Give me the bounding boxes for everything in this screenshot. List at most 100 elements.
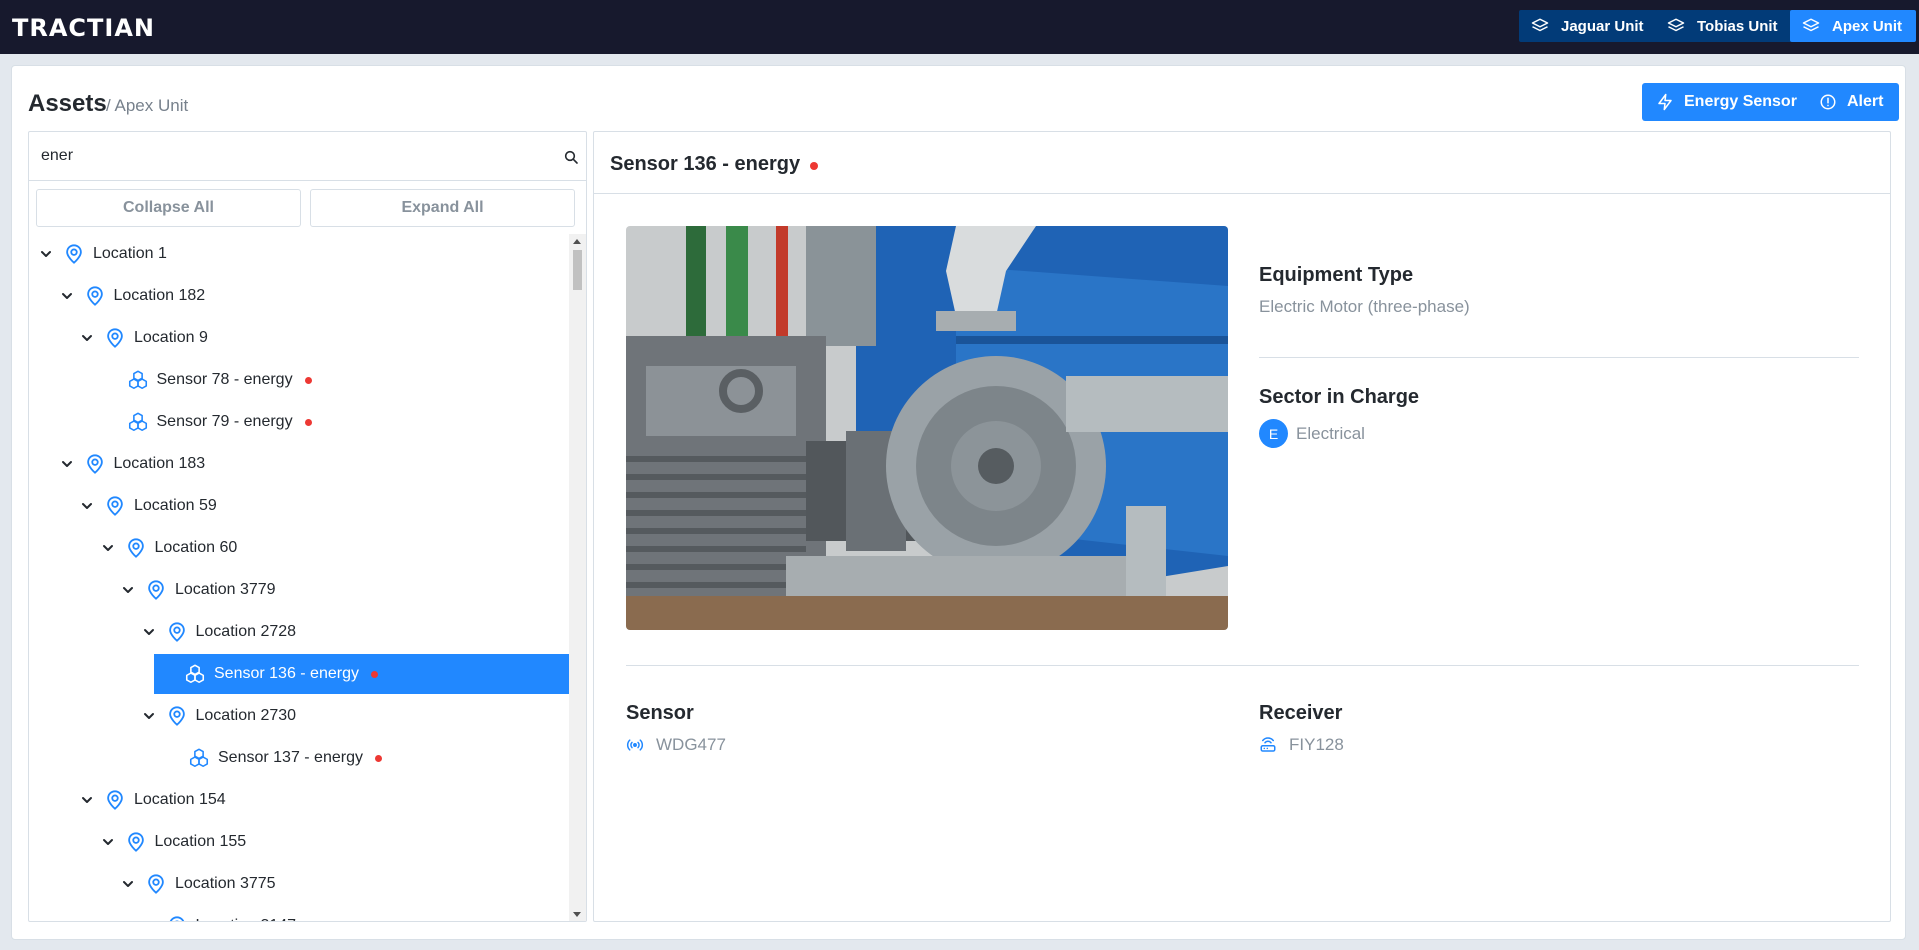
chevron-down-icon[interactable] (80, 499, 94, 513)
unit-label: Apex Unit (1832, 17, 1903, 35)
tree-item-label: Sensor 79 - energy (156, 413, 293, 430)
tree-item-component[interactable]: Sensor 137 - energy (132, 738, 569, 778)
chevron-down-icon[interactable] (121, 583, 135, 597)
energy-sensor-label: Energy Sensor (1684, 93, 1797, 110)
chevron-down-icon[interactable] (142, 919, 156, 922)
chevron-down-icon[interactable] (101, 541, 115, 555)
search-bar (29, 132, 586, 181)
main-card: Assets / Apex Unit Energy Sensor Alert C… (11, 65, 1906, 940)
unit-label: Jaguar Unit (1561, 17, 1644, 35)
alert-filter-button[interactable]: Alert (1805, 83, 1900, 121)
receiver-id: FIY128 (1289, 735, 1344, 754)
location-pin-icon (107, 790, 123, 810)
tree-item-label: Sensor 78 - energy (156, 371, 293, 388)
tree-item-label: Location 3775 (175, 875, 276, 892)
divider (626, 665, 1859, 666)
tree-item-location[interactable]: Location 3779 (29, 570, 569, 610)
tree-item-label: Location 2728 (195, 623, 297, 640)
scroll-thumb[interactable] (573, 250, 582, 290)
tree-item-location[interactable]: Location 182 (29, 276, 569, 316)
tree-item-location[interactable]: Location 1 (29, 234, 569, 274)
alert-circle-icon (1820, 94, 1836, 110)
unit-button-tobias[interactable]: Tobias Unit (1655, 10, 1792, 42)
alert-status-dot (304, 376, 312, 384)
equipment-type-section: Equipment Type Electric Motor (three-pha… (1259, 264, 1859, 317)
tree-item-label: Location 1 (93, 245, 167, 262)
sector-value-row: E Electrical (1259, 419, 1859, 448)
scroll-down-arrow[interactable] (573, 912, 581, 917)
location-pin-icon (168, 706, 185, 726)
energy-sensor-filter-button[interactable]: Energy Sensor (1642, 83, 1813, 121)
sector-value: Electrical (1296, 423, 1365, 443)
alert-label: Alert (1847, 93, 1884, 110)
chevron-down-icon[interactable] (80, 793, 94, 807)
tree-item-location[interactable]: Location 9 (29, 318, 569, 358)
collapse-all-button[interactable]: Collapse All (36, 189, 301, 227)
tree-item-location[interactable]: Location 155 (29, 822, 569, 862)
location-pin-icon (86, 454, 103, 474)
sector-title: Sector in Charge (1259, 386, 1420, 408)
asset-tree: Location 1 Location 182 Location 9 Sensor 7… (29, 234, 570, 922)
tree-item-label: Sensor 136 - energy (214, 665, 359, 682)
chevron-down-icon[interactable] (60, 289, 74, 303)
tree-item-location[interactable]: Location 154 (29, 780, 569, 820)
alert-status-dot (370, 670, 378, 678)
component-icon (185, 664, 205, 684)
tree-scrollbar[interactable] (569, 234, 586, 921)
equipment-type-value: Electric Motor (three-phase) (1259, 297, 1470, 316)
tree-item-location[interactable]: Location 2730 (29, 696, 569, 736)
unit-button-apex[interactable]: Apex Unit (1790, 10, 1917, 42)
chevron-down-icon[interactable] (101, 835, 115, 849)
expand-all-button[interactable]: Expand All (310, 189, 575, 227)
equipment-type-title: Equipment Type (1259, 264, 1414, 286)
tree-item-label: Location 2730 (195, 707, 297, 724)
router-icon (1260, 737, 1276, 752)
tree-item-location[interactable]: Location 59 (29, 486, 569, 526)
receiver-section: Receiver FIY128 (1259, 702, 1859, 755)
alert-status-dot (810, 162, 818, 170)
tree-item-component[interactable]: Sensor 78 - energy (71, 360, 570, 400)
tree-item-location[interactable]: Location 3147 (29, 906, 569, 922)
sector-section: Sector in Charge E Electrical (1259, 386, 1859, 448)
bolt-icon (1658, 93, 1672, 111)
unit-label: Tobias Unit (1697, 17, 1778, 35)
tree-item-location[interactable]: Location 3775 (29, 864, 569, 904)
tree-item-component[interactable]: Sensor 136 - energy (154, 654, 569, 694)
tree-item-label: Location 155 (154, 833, 247, 850)
tractian-logo[interactable]: TRACTIAN (12, 14, 155, 42)
sensor-title: Sensor (626, 702, 694, 724)
tree-item-location[interactable]: Location 60 (29, 528, 569, 568)
alert-status-dot (304, 418, 312, 426)
search-input[interactable] (29, 132, 549, 180)
unit-button-jaguar[interactable]: Jaguar Unit (1519, 10, 1658, 42)
tree-item-component[interactable]: Sensor 79 - energy (71, 402, 570, 442)
breadcrumb: / Apex Unit (106, 96, 189, 115)
chevron-down-icon[interactable] (39, 247, 53, 261)
component-icon (128, 370, 147, 390)
top-navbar: TRACTIAN Jaguar Unit Tobias Unit Apex Un… (0, 0, 1919, 54)
scroll-up-arrow[interactable] (573, 239, 581, 244)
chevron-down-icon[interactable] (142, 625, 156, 639)
divider (1259, 357, 1859, 358)
sector-avatar: E (1259, 419, 1288, 448)
location-pin-icon (127, 538, 144, 558)
component-icon (189, 748, 209, 768)
location-pin-icon (148, 580, 164, 600)
location-pin-icon (107, 328, 123, 348)
chevron-down-icon[interactable] (121, 877, 135, 891)
location-pin-icon (168, 622, 185, 642)
search-icon[interactable] (563, 149, 579, 165)
alert-status-dot (374, 754, 382, 762)
wireless-signal-icon (626, 739, 644, 751)
chevron-down-icon[interactable] (142, 709, 156, 723)
chevron-down-icon[interactable] (80, 331, 94, 345)
sensor-section: Sensor WDG477 (626, 702, 1226, 755)
tree-item-location[interactable]: Location 183 (29, 444, 569, 484)
tree-item-label: Location 59 (134, 497, 217, 514)
tree-item-label: Sensor 137 - energy (218, 749, 363, 766)
chevron-down-icon[interactable] (60, 457, 74, 471)
tree-item-label: Location 3779 (175, 581, 276, 598)
equipment-photo (626, 226, 1228, 630)
tree-item-location[interactable]: Location 2728 (29, 612, 569, 652)
receiver-value-row: FIY128 (1259, 735, 1859, 755)
